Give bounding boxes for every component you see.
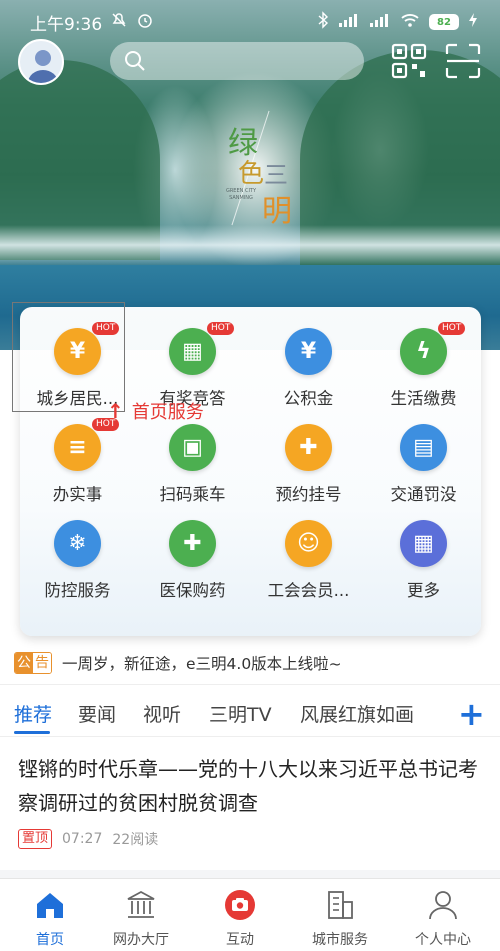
service-item[interactable]: ϟ HOT 生活缴费 (366, 307, 481, 408)
service-item[interactable]: ❄ 防控服务 (20, 499, 135, 600)
signal-icon (338, 12, 360, 32)
signal-icon (369, 12, 391, 32)
gift-icon: ▦ (169, 328, 216, 375)
service-item[interactable]: ☺ 工会会员... (251, 499, 366, 600)
traffic-fine-icon: ▤ (400, 424, 447, 471)
bluetooth-icon (317, 11, 329, 33)
article-item[interactable]: 铿锵的时代乐章——党的十八大以来习近平总书记考察调研过的贫困村脱贫调查 置顶 0… (18, 752, 484, 849)
add-channel-icon[interactable]: + (458, 692, 485, 736)
service-item[interactable]: ▤ 交通罚没 (366, 403, 481, 504)
service-label: 工会会员... (267, 581, 350, 600)
article-reads: 22阅读 (112, 832, 159, 848)
banner-title: 绿 色 三 明 GREEN CITY SANMING (220, 108, 320, 238)
tab-sanming-tv[interactable]: 三明TV (209, 700, 272, 727)
service-label: 防控服务 (44, 581, 111, 600)
annotation-home-services: ↑ 首页服务 (107, 398, 204, 424)
nav-label: 城市服务 (312, 932, 368, 948)
divider (0, 736, 500, 737)
home-icon (37, 893, 63, 918)
member-icon: ☺ (285, 520, 332, 567)
highlight-box (12, 302, 125, 412)
notice-badge-left: 公 (15, 653, 33, 673)
service-item[interactable]: ▦ 更多 (366, 499, 481, 600)
wifi-icon (400, 12, 420, 32)
scan-button[interactable] (444, 43, 482, 79)
notice-badge: 公 告 (14, 652, 52, 674)
snowflake-icon: ❄ (54, 520, 101, 567)
hot-badge: HOT (438, 322, 466, 335)
service-label: 更多 (407, 581, 440, 600)
avatar[interactable] (18, 39, 64, 85)
qr-code-icon (391, 43, 427, 79)
title-char: 色 (238, 159, 265, 189)
tab-video[interactable]: 视听 (143, 700, 181, 727)
notice-text: 一周岁，新征途，e三明4.0版本上线啦~ (62, 655, 342, 673)
status-right: 82 (317, 11, 478, 33)
document-icon: ≡ (54, 424, 101, 471)
news-tabs: 推荐 要闻 视听 三明TV 风展红旗如画 + (0, 692, 500, 736)
title-char: 三 (264, 161, 288, 189)
nav-personal-center[interactable]: 个人中心 (393, 879, 493, 951)
article-meta: 置顶 07:27 22阅读 (18, 829, 484, 849)
status-left: 上午9:36 (30, 10, 154, 35)
hospital-icon: ✚ (285, 424, 332, 471)
section-separator (0, 870, 500, 878)
tab-recommend[interactable]: 推荐 (14, 700, 52, 727)
nav-label: 个人中心 (415, 932, 471, 948)
qr-code-button[interactable] (390, 43, 428, 79)
app-screen: 绿 色 三 明 GREEN CITY SANMING 上午9:36 82 ¥ H… (0, 0, 500, 951)
nav-city-services[interactable]: 城市服务 (290, 879, 390, 951)
bottom-navigation: 首页 网办大厅 互动 城市服务 个人中心 (0, 878, 500, 951)
government-hall-icon (127, 890, 155, 918)
notice-bar[interactable]: 公 告 一周岁，新征途，e三明4.0版本上线啦~ (14, 650, 486, 676)
pinned-badge: 置顶 (18, 829, 53, 849)
service-label: 医保购药 (159, 581, 226, 600)
scan-icon (445, 43, 481, 79)
nav-label: 网办大厅 (113, 932, 169, 948)
medicine-icon: ✚ (169, 520, 216, 567)
house-fund-icon: ¥ (285, 328, 332, 375)
notice-badge-right: 告 (33, 653, 51, 673)
nav-label: 首页 (36, 932, 64, 948)
city-building-icon (328, 891, 353, 919)
service-item[interactable]: ¥ 公积金 (251, 307, 366, 408)
article-title: 铿锵的时代乐章——党的十八大以来习近平总书记考察调研过的贫困村脱贫调查 (18, 757, 478, 815)
person-icon (429, 891, 457, 920)
alarm-icon (136, 11, 154, 34)
search-icon (125, 51, 145, 71)
more-grid-icon: ▦ (400, 520, 447, 567)
camera-icon (225, 890, 255, 920)
hot-badge: HOT (207, 322, 235, 335)
nav-interact[interactable]: 互动 (190, 879, 290, 951)
search-input[interactable] (110, 42, 364, 80)
divider (0, 684, 500, 685)
nav-label: 互动 (226, 932, 254, 948)
nav-home[interactable]: 首页 (0, 879, 100, 951)
active-tab-indicator (14, 731, 50, 734)
service-item[interactable]: ✚ 医保购药 (135, 499, 250, 600)
charging-icon (468, 12, 478, 32)
annotation-label: 首页服务 (131, 402, 204, 423)
arrow-up-icon: ↑ (107, 399, 124, 423)
tab-red-flag[interactable]: 风展红旗如画 (300, 700, 414, 727)
nav-government-hall[interactable]: 网办大厅 (91, 879, 191, 951)
qr-bus-icon: ▣ (169, 424, 216, 471)
utility-bill-icon: ϟ (400, 328, 447, 375)
battery-indicator: 82 (429, 14, 459, 30)
do-not-disturb-icon (110, 11, 128, 34)
status-bar: 上午9:36 82 (0, 0, 500, 44)
status-time: 上午9:36 (30, 14, 103, 35)
tab-headlines[interactable]: 要闻 (78, 700, 116, 727)
title-char: 明 (262, 194, 292, 229)
title-english: GREEN CITY SANMING (225, 188, 257, 201)
article-time: 07:27 (62, 831, 103, 847)
service-item[interactable]: ✚ 预约挂号 (251, 403, 366, 504)
service-item[interactable]: ▦ HOT 有奖竞答 (135, 307, 250, 408)
